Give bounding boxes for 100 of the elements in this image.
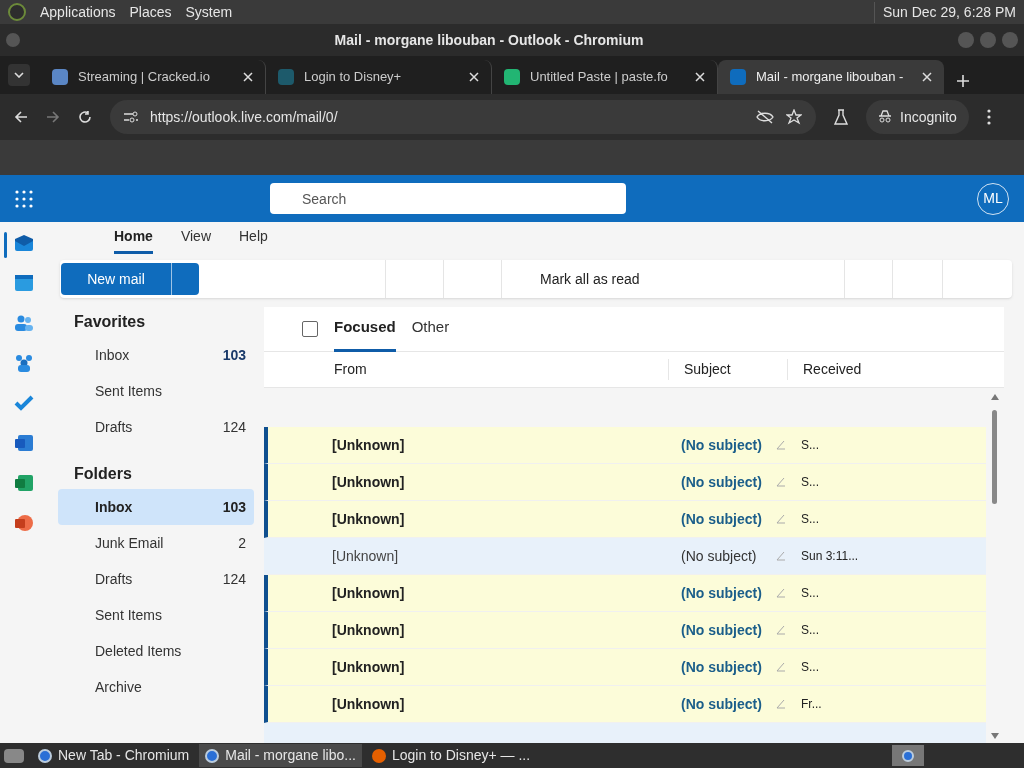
people-icon[interactable] xyxy=(14,314,34,332)
caret-icon xyxy=(14,72,24,78)
unread-count: 124 xyxy=(222,417,246,437)
taskbar-button[interactable]: New Tab - Chromium xyxy=(32,744,196,767)
calendar-icon[interactable] xyxy=(14,274,34,292)
message-row[interactable]: [Unknown] (No subject) S... xyxy=(264,501,986,539)
flask-icon[interactable] xyxy=(834,109,848,125)
folder-item[interactable]: Deleted Items xyxy=(58,633,254,669)
checkmark-icon[interactable] xyxy=(14,394,34,412)
excel-icon[interactable] xyxy=(14,474,34,492)
favicon-icon xyxy=(278,69,294,85)
mail-icon[interactable] xyxy=(14,234,34,252)
address-bar[interactable]: https://outlook.live.com/mail/0/ xyxy=(110,100,816,134)
browser-tab[interactable]: Mail - morgane libouban - xyxy=(718,60,944,94)
distro-logo-icon[interactable] xyxy=(8,3,26,21)
mark-all-read-button[interactable]: Mark all as read xyxy=(540,268,640,290)
new-mail-dropdown-button[interactable] xyxy=(171,263,199,295)
folder-item[interactable]: Sent Items xyxy=(58,373,254,409)
reload-icon[interactable] xyxy=(78,110,92,124)
received-text: S... xyxy=(801,437,819,455)
folder-item[interactable]: Inbox 103 xyxy=(58,337,254,373)
unread-count: 124 xyxy=(222,569,246,589)
message-row[interactable]: [Unknown] (No subject) S... xyxy=(264,427,986,465)
column-header[interactable]: Subject xyxy=(668,359,787,380)
subject-text: (No subject) xyxy=(680,509,763,529)
ribbon-tab[interactable]: Home xyxy=(114,226,153,254)
taskbar-button[interactable]: Login to Disney+ — ... xyxy=(365,744,537,767)
incognito-button[interactable]: Incognito xyxy=(866,100,969,134)
sender-text: [Unknown] xyxy=(331,435,406,455)
column-header[interactable]: From xyxy=(264,359,668,380)
search-field[interactable]: Search xyxy=(270,183,626,214)
subject-text: (No subject) xyxy=(680,620,763,640)
sender-text: [Unknown] xyxy=(331,546,400,566)
file-manager-icon[interactable] xyxy=(4,748,24,763)
folder-item[interactable]: Inbox 103 xyxy=(58,489,254,525)
app-icon xyxy=(371,748,386,763)
sender-text: [Unknown] xyxy=(331,694,406,714)
back-icon[interactable] xyxy=(14,110,28,124)
incognito-icon xyxy=(878,110,892,124)
tab-search-button[interactable] xyxy=(8,64,30,86)
subject-text: (No subject) xyxy=(680,472,763,492)
folder-item[interactable]: Junk Email 2 xyxy=(58,525,254,561)
message-row[interactable]: [Unknown] (No subject) S... xyxy=(264,464,986,502)
url-text: https://outlook.live.com/mail/0/ xyxy=(150,107,338,127)
folder-item[interactable]: Archive xyxy=(58,669,254,705)
scroll-down-icon[interactable] xyxy=(991,733,999,739)
folder-item[interactable]: Sent Items xyxy=(58,597,254,633)
message-row[interactable]: [Unknown] (No subject) S... xyxy=(264,649,986,687)
section-heading[interactable]: Folders xyxy=(58,459,254,489)
close-tab-icon[interactable] xyxy=(922,72,932,82)
unread-count: 2 xyxy=(238,533,246,553)
close-tab-icon[interactable] xyxy=(695,72,705,82)
site-settings-icon[interactable] xyxy=(124,111,138,123)
close-tab-icon[interactable] xyxy=(469,72,479,82)
message-row[interactable]: [Unknown] (No subject) Fr... xyxy=(264,686,986,724)
favicon-icon xyxy=(52,69,68,85)
subject-text: (No subject) xyxy=(680,583,763,603)
app-icon xyxy=(205,748,220,763)
taskbar-button[interactable]: Mail - morgane libo... xyxy=(199,744,362,767)
message-row[interactable]: [Unknown] (No subject) S... xyxy=(264,612,986,650)
bookmark-star-icon[interactable] xyxy=(786,109,802,125)
received-text: S... xyxy=(801,585,819,603)
sender-text: [Unknown] xyxy=(331,620,406,640)
sender-text: [Unknown] xyxy=(331,509,406,529)
subject-text: (No subject) xyxy=(680,435,763,455)
received-text: Fr... xyxy=(801,696,822,714)
unread-count: 103 xyxy=(222,497,246,517)
sender-text: [Unknown] xyxy=(331,657,406,677)
clock: Sun Dec 29, 6:28 PM xyxy=(873,1,1016,23)
received-text: S... xyxy=(801,622,819,640)
app-launcher-icon[interactable] xyxy=(15,189,33,208)
inbox-tab[interactable]: Other xyxy=(411,306,450,352)
panel-menu[interactable]: System xyxy=(185,1,233,23)
folder-item[interactable]: Drafts 124 xyxy=(58,409,254,445)
new-tab-icon[interactable] xyxy=(956,74,970,88)
favicon-icon xyxy=(504,69,520,85)
eye-slash-icon[interactable] xyxy=(756,110,774,124)
message-row[interactable]: [Unknown] (No subject) S... xyxy=(264,575,986,613)
more-options-icon[interactable] xyxy=(986,109,991,125)
powerpoint-icon[interactable] xyxy=(14,514,34,532)
chromium-tray-icon[interactable] xyxy=(892,745,924,766)
app-icon xyxy=(38,748,52,763)
folder-item[interactable]: Drafts 124 xyxy=(58,561,254,597)
section-heading[interactable]: Favorites xyxy=(58,307,254,337)
message-row[interactable]: [Unknown] (No subject) Sun 3:11... xyxy=(264,538,986,576)
sender-text: [Unknown] xyxy=(331,583,406,603)
column-header[interactable]: Received xyxy=(787,359,1004,380)
new-mail-button[interactable]: New mail xyxy=(61,263,171,295)
word-icon[interactable] xyxy=(14,434,34,452)
panel-menu[interactable]: Places xyxy=(129,1,172,23)
forward-icon[interactable] xyxy=(46,110,60,124)
subject-text: (No subject) xyxy=(680,694,763,714)
close-tab-icon[interactable] xyxy=(243,72,253,82)
select-all-checkbox[interactable] xyxy=(302,321,318,337)
panel-menu[interactable]: Applications xyxy=(40,1,116,23)
ribbon-tab[interactable]: Help xyxy=(239,226,268,254)
scrollbar-thumb[interactable] xyxy=(992,410,997,504)
ribbon-tab[interactable]: View xyxy=(180,226,211,254)
scroll-up-icon[interactable] xyxy=(991,394,999,400)
groups-icon[interactable] xyxy=(14,354,34,372)
